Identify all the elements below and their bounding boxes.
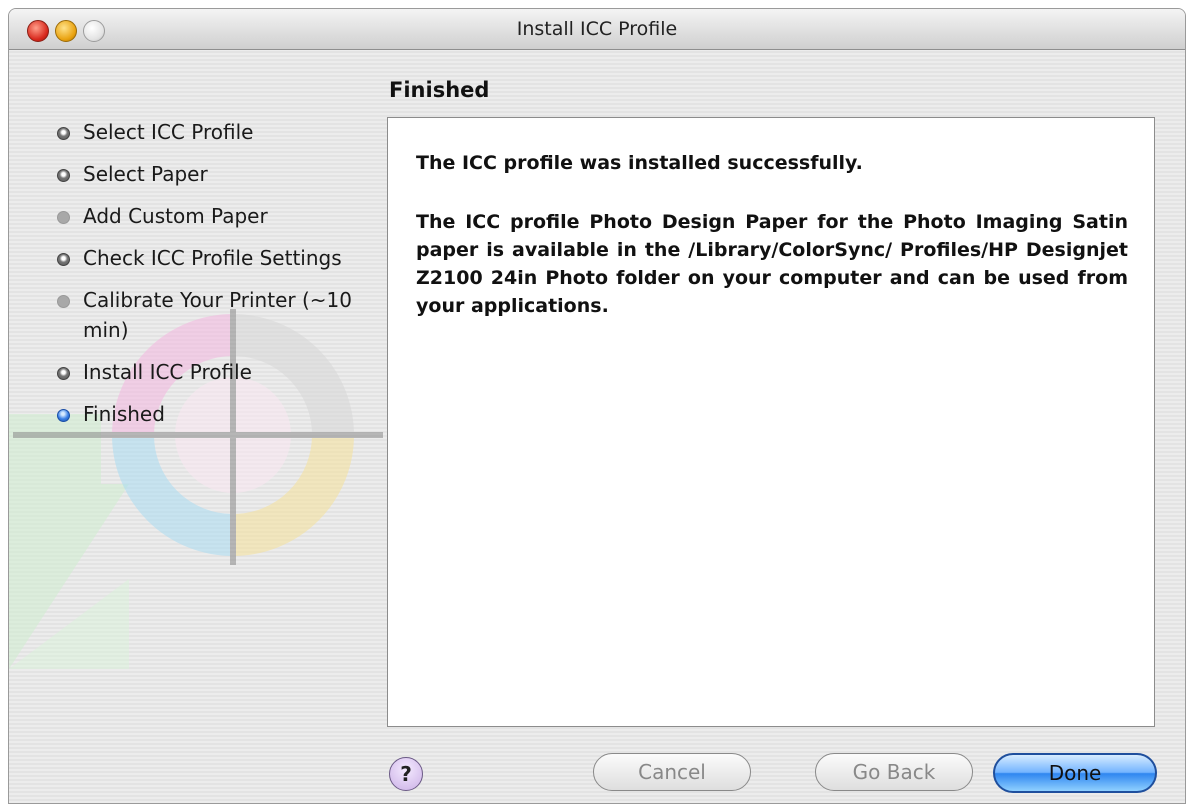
window-title: Install ICC Profile — [516, 18, 678, 40]
help-button[interactable]: ? — [389, 757, 423, 791]
step-label: Check ICC Profile Settings — [83, 246, 342, 270]
step-complete-icon — [57, 367, 70, 380]
success-message: The ICC profile was installed successful… — [416, 152, 863, 174]
step-skipped-icon — [57, 211, 70, 224]
step-label: Add Custom Paper — [83, 204, 268, 228]
step-label: Select Paper — [83, 162, 208, 186]
cancel-button[interactable]: Cancel — [593, 753, 751, 791]
step-item: Select ICC Profile — [39, 117, 379, 147]
content-panel: The ICC profile was installed successful… — [387, 117, 1155, 727]
step-skipped-icon — [57, 295, 70, 308]
step-label: Select ICC Profile — [83, 120, 254, 144]
step-complete-icon — [57, 253, 70, 266]
installer-window: Install ICC Profile Select ICC Profile S… — [8, 8, 1186, 804]
step-item: Calibrate Your Printer (~10 min) — [39, 285, 379, 345]
detail-message: The ICC profile Photo Design Paper for t… — [416, 211, 1128, 317]
step-label: Install ICC Profile — [83, 360, 252, 384]
step-label: Calibrate Your Printer (~10 min) — [83, 288, 352, 342]
step-list: Select ICC Profile Select Paper Add Cust… — [39, 117, 379, 441]
step-current-icon — [57, 409, 70, 422]
page-title: Finished — [389, 78, 490, 102]
step-item: Select Paper — [39, 159, 379, 189]
done-button[interactable]: Done — [993, 753, 1157, 793]
step-item: Check ICC Profile Settings — [39, 243, 379, 273]
step-complete-icon — [57, 127, 70, 140]
step-item: Add Custom Paper — [39, 201, 379, 231]
title-bar: Install ICC Profile — [9, 9, 1185, 50]
step-item: Install ICC Profile — [39, 357, 379, 387]
step-complete-icon — [57, 169, 70, 182]
go-back-button[interactable]: Go Back — [815, 753, 973, 791]
step-label: Finished — [83, 402, 165, 426]
step-item-current: Finished — [39, 399, 379, 429]
